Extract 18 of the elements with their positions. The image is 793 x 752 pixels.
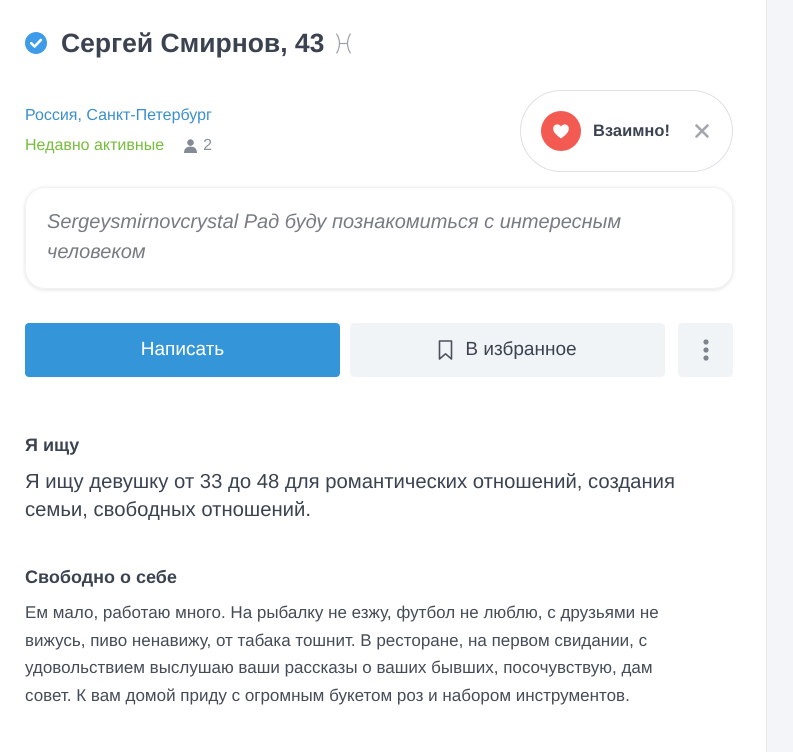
more-options-button[interactable]	[678, 323, 733, 377]
person-count: 2	[203, 136, 212, 156]
match-label: Взаимно!	[593, 120, 670, 142]
section-text: Ем мало, работаю много. На рыбалку не езжу, футбол не люблю, с друзьями не вижусь, пиво ненавижу, от табака тошнит. В ресторане, на первом свидании, с удовольствием выслушаю ваши рассказы о ваших бывших, посочувствую, дам совет. К вам домой приду с огромным букетом роз и набором инструментов.	[25, 602, 660, 706]
bookmark-icon	[438, 340, 454, 360]
pisces-icon	[335, 32, 352, 54]
section-heading: Свободно о себе	[25, 566, 178, 589]
location-link[interactable]: Россия, Санкт-Петербург	[25, 106, 212, 126]
favorite-button[interactable]: В избранное	[350, 323, 665, 377]
close-icon[interactable]	[695, 124, 709, 138]
profile-name: Сергей Смирнов, 43	[61, 30, 324, 56]
write-message-button[interactable]: Написать	[25, 323, 340, 377]
person-icon	[184, 139, 198, 153]
section-heading: Я ищу	[25, 434, 80, 457]
status-message: Sergeysmirnovcrystal Рад буду познакомиться с интересным человеком	[47, 210, 622, 265]
activity-status: Недавно активные	[25, 136, 164, 156]
more-icon	[702, 339, 708, 361]
section-text: Я ищу девушку от 33 до 48 для романтических отношений, создания семьи, свободных отношений.	[25, 470, 676, 523]
